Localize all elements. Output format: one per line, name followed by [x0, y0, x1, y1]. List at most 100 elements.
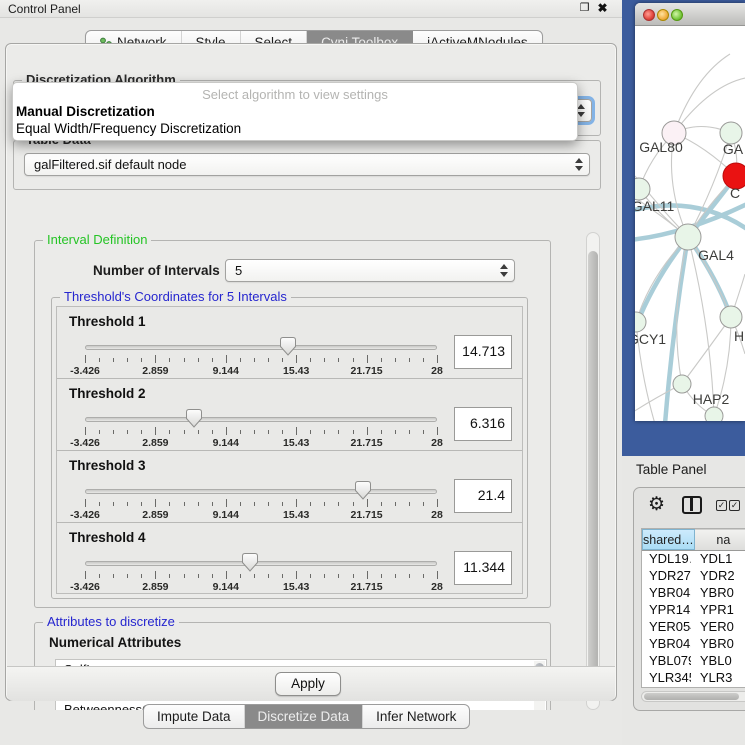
close-panel-button[interactable]: ✖	[595, 1, 610, 16]
scrollbar-thumb[interactable]	[588, 251, 598, 696]
cell-shared-name[interactable]: YPR145W	[642, 602, 691, 619]
zoom-traffic-light[interactable]	[671, 9, 683, 21]
tab-discretize-data[interactable]: Discretize Data	[245, 705, 364, 728]
cell-name[interactable]: YDR2	[691, 568, 745, 585]
slider-tick	[310, 502, 311, 506]
cell-shared-name[interactable]: YBR045C	[642, 636, 691, 653]
table-panel-window: ⚙ ✓ ✓ shared… na YDL19…YDL1YDR27…YDR2YBR…	[633, 487, 745, 711]
slider-tick	[99, 574, 100, 578]
table-row[interactable]: YBL079WYBL0	[642, 653, 745, 670]
table-row[interactable]: YER054CYER0	[642, 619, 745, 636]
apply-button[interactable]: Apply	[275, 672, 341, 696]
column-header-shared-name[interactable]: shared…	[642, 529, 695, 550]
cell-shared-name[interactable]: YDL19…	[642, 551, 691, 568]
algorithm-option[interactable]: Equal Width/Frequency Discretization	[13, 120, 577, 137]
slider-tick	[85, 427, 86, 435]
threshold-slider[interactable]: -3.4262.8599.14415.4321.71528	[85, 487, 437, 517]
cell-name[interactable]: YBL0	[691, 653, 745, 670]
slider-thumb[interactable]	[242, 553, 258, 572]
slider-track[interactable]	[85, 489, 437, 494]
threshold-slider[interactable]: -3.4262.8599.14415.4321.71528	[85, 415, 437, 445]
threshold-value-field[interactable]: 11.344	[454, 551, 512, 585]
slider-tick	[296, 499, 297, 507]
network-node-label: GAL11	[635, 198, 674, 214]
node-attribute-table[interactable]: shared… na YDL19…YDL1YDR27…YDR2YBR043CYB…	[641, 528, 745, 688]
slider-tick	[240, 430, 241, 434]
table-row[interactable]: YDR27…YDR2	[642, 568, 745, 585]
slider-track[interactable]	[85, 417, 437, 422]
gear-icon[interactable]: ⚙	[648, 493, 665, 516]
float-window-button[interactable]: ❐	[577, 1, 592, 16]
network-node-hap2[interactable]	[673, 375, 691, 393]
cell-name[interactable]: YBR0	[691, 585, 745, 602]
network-node-h[interactable]	[720, 306, 742, 328]
column-header-name[interactable]: na	[695, 529, 745, 550]
table-row[interactable]: YLR345WYLR3	[642, 670, 745, 687]
network-view-window[interactable]: GAL80GACGAL11GAL4GCY1HHAP2	[635, 3, 745, 421]
cell-shared-name[interactable]: YBR043C	[642, 585, 691, 602]
minimize-traffic-light[interactable]	[657, 9, 669, 21]
slider-tick	[395, 574, 396, 578]
slider-tick-label: -3.426	[70, 509, 100, 521]
tab-impute-data[interactable]: Impute Data	[144, 705, 245, 728]
slider-tick-label: 15.43	[283, 581, 309, 593]
close-traffic-light[interactable]	[643, 9, 655, 21]
slider-tick	[338, 502, 339, 506]
table-row[interactable]: YDL19…YDL1	[642, 551, 745, 568]
checked-checkbox-icon[interactable]: ✓	[729, 500, 740, 511]
table-row[interactable]: YBR045CYBR0	[642, 636, 745, 653]
threshold-value-field[interactable]: 14.713	[454, 335, 512, 369]
threshold-value-field[interactable]: 6.316	[454, 407, 512, 441]
slider-tick-label: 15.43	[283, 437, 309, 449]
cell-shared-name[interactable]: YIL052C	[642, 687, 691, 688]
table-horizontal-scrollbar[interactable]	[641, 691, 745, 702]
cell-shared-name[interactable]: YER054C	[642, 619, 691, 636]
slider-tick	[310, 358, 311, 362]
cell-shared-name[interactable]: YDR27…	[642, 568, 691, 585]
settings-vertical-scrollbar[interactable]	[586, 232, 600, 710]
slider-tick	[423, 358, 424, 362]
slider-track[interactable]	[85, 345, 437, 350]
cell-name[interactable]: YPR1	[691, 602, 745, 619]
cell-shared-name[interactable]: YBL079W	[642, 653, 691, 670]
scrollbar-thumb[interactable]	[644, 693, 739, 700]
threshold-value-field[interactable]: 21.4	[454, 479, 512, 513]
cell-name[interactable]: YER0	[691, 619, 745, 636]
cell-shared-name[interactable]: YLR345W	[642, 670, 691, 687]
network-edge[interactable]	[674, 54, 730, 133]
split-columns-icon[interactable]	[682, 496, 702, 514]
threshold-slider[interactable]: -3.4262.8599.14415.4321.71528	[85, 343, 437, 373]
slider-tick	[113, 574, 114, 578]
slider-tick	[381, 502, 382, 506]
slider-thumb[interactable]	[186, 409, 202, 428]
network-canvas[interactable]: GAL80GACGAL11GAL4GCY1HHAP2	[635, 26, 745, 421]
table-row[interactable]: YBR043CYBR0	[642, 585, 745, 602]
cell-name[interactable]: YIL0	[691, 687, 745, 688]
network-node-label: GA	[723, 141, 744, 157]
network-window-titlebar[interactable]	[635, 3, 745, 26]
slider-tick	[338, 574, 339, 578]
slider-track[interactable]	[85, 561, 437, 566]
slider-thumb[interactable]	[280, 337, 296, 356]
slider-tick	[282, 574, 283, 578]
slider-tick	[381, 358, 382, 362]
checked-checkbox-icon[interactable]: ✓	[716, 500, 727, 511]
table-row[interactable]: YPR145WYPR1	[642, 602, 745, 619]
number-of-intervals-combobox[interactable]: 5	[225, 259, 515, 282]
cell-name[interactable]: YLR3	[691, 670, 745, 687]
slider-tick	[437, 499, 438, 507]
table-data-combobox[interactable]: galFiltered.sif default node	[24, 153, 590, 176]
network-node-gal4[interactable]	[675, 224, 701, 250]
network-edge[interactable]	[688, 237, 714, 416]
cell-name[interactable]: YDL1	[691, 551, 745, 568]
algorithm-option[interactable]: Manual Discretization	[13, 103, 577, 120]
cell-name[interactable]: YBR0	[691, 636, 745, 653]
network-node[interactable]	[705, 407, 723, 421]
network-node-gcy1[interactable]	[635, 312, 646, 332]
table-row[interactable]: YIL052CYIL0	[642, 687, 745, 688]
slider-thumb[interactable]	[355, 481, 371, 500]
threshold-slider[interactable]: -3.4262.8599.14415.4321.71528	[85, 559, 437, 589]
tab-infer-network[interactable]: Infer Network	[363, 705, 469, 728]
slider-tick	[367, 427, 368, 435]
network-node-gal11[interactable]	[635, 178, 650, 200]
